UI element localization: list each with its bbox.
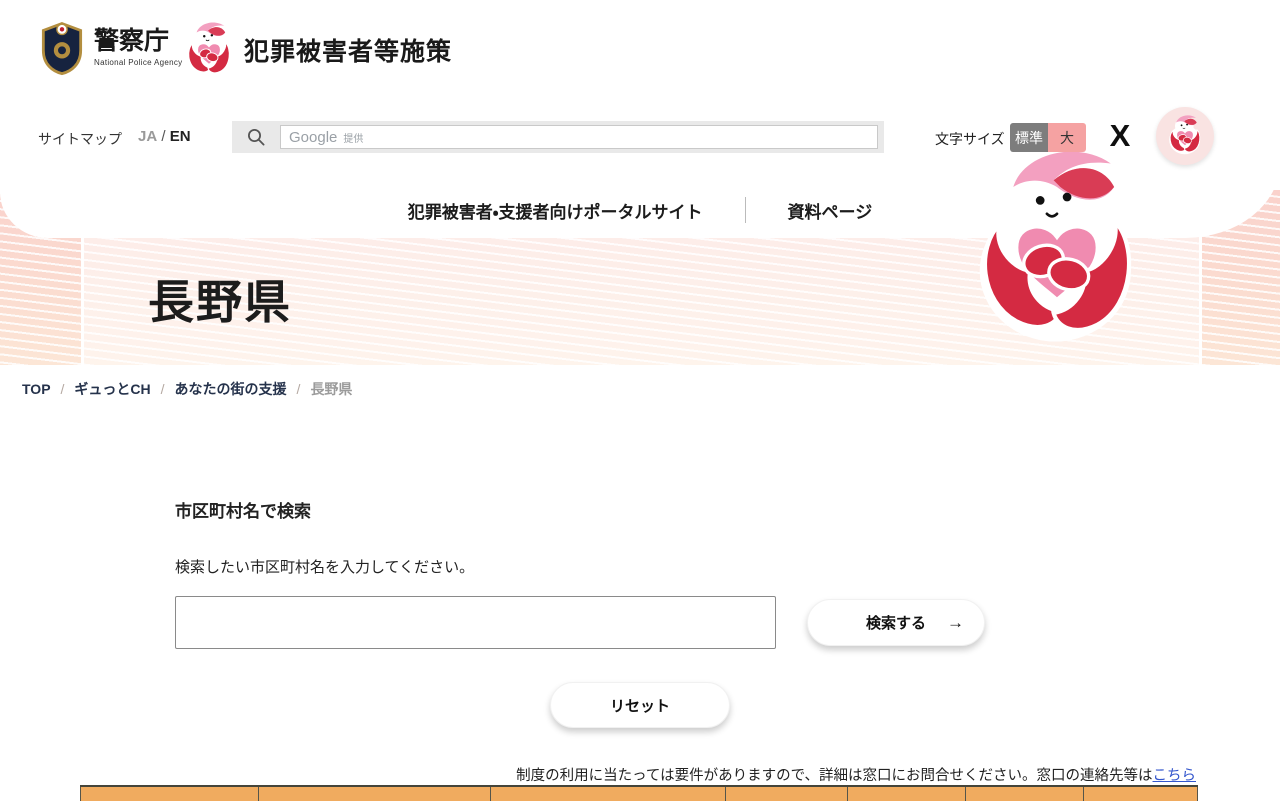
table-header-cell <box>966 787 1084 801</box>
mascot-avatar-button[interactable] <box>1156 107 1214 165</box>
agency-subtitle: National Police Agency <box>94 57 183 67</box>
lang-separator: / <box>161 128 166 145</box>
site-search-bar: Google 提供 <box>232 121 884 153</box>
agency-name: 警察庁 <box>94 27 170 55</box>
breadcrumb-current: 長野県 <box>310 381 353 397</box>
site-title[interactable]: 犯罪被害者等施策 <box>244 32 452 68</box>
table-header-cell <box>726 787 848 801</box>
table-header-cell <box>848 787 966 801</box>
mascot-logo-icon <box>180 22 238 80</box>
breadcrumb-separator: / <box>296 381 301 397</box>
reset-button-label: リセット <box>609 697 670 715</box>
mascot-avatar-icon <box>1164 115 1206 157</box>
usage-notice-text: 制度の利用に当たっては要件がありますので、詳細は窓口にお問合せください。窓口の連… <box>516 768 1153 784</box>
breadcrumb: TOP / ギュっとCH / あなたの街の支援 / 長野県 <box>22 379 352 399</box>
nav-docs-link[interactable]: 資料ページ <box>788 198 873 223</box>
table-header-cell <box>80 787 259 801</box>
police-emblem-icon <box>41 22 83 76</box>
main-nav: 犯罪被害者・支援者向けポータルサイト 資料ページ <box>0 190 1280 230</box>
nav-portal-link[interactable]: 犯罪被害者・支援者向けポータルサイト <box>408 198 703 223</box>
usage-notice: 制度の利用に当たっては要件がありますので、詳細は窓口にお問合せください。窓口の連… <box>516 764 1196 785</box>
search-submit-button[interactable]: 検索する → <box>807 599 985 646</box>
site-header: 警察庁 National Police Agency 犯罪被害者等施策 サイトマ… <box>0 0 1280 238</box>
breadcrumb-separator: / <box>60 381 65 397</box>
arrow-right-icon: → <box>947 612 964 632</box>
section-description: 検索したい市区町村名を入力してください。 <box>175 559 475 576</box>
breadcrumb-city-support[interactable]: あなたの街の支援 <box>175 379 287 399</box>
breadcrumb-gyutto-ch[interactable]: ギュっとCH <box>74 379 150 399</box>
table-header-cell <box>259 787 491 801</box>
reset-button[interactable]: リセット <box>550 682 730 728</box>
language-switcher[interactable]: JA / EN <box>138 128 191 145</box>
table-header-cell <box>1084 787 1198 801</box>
section-heading: 市区町村名で検索 <box>175 502 311 521</box>
font-size-large-button[interactable]: 大 <box>1048 123 1086 152</box>
sitemap-link[interactable]: サイトマップ <box>38 129 122 149</box>
lang-en[interactable]: EN <box>170 128 191 145</box>
page-title: 長野県 <box>148 276 292 328</box>
nav-divider <box>744 197 746 223</box>
font-size-standard-button[interactable]: 標準 <box>1010 123 1048 152</box>
lang-ja[interactable]: JA <box>138 128 157 145</box>
kochira-link[interactable]: こちら <box>1153 768 1197 784</box>
breadcrumb-separator: / <box>160 381 165 397</box>
agency-name-block: 警察庁 National Police Agency <box>94 27 183 67</box>
city-search-input[interactable] <box>175 596 776 649</box>
search-icon <box>248 129 265 146</box>
agency-brand[interactable]: 警察庁 National Police Agency <box>38 20 182 76</box>
font-size-label: 文字サイズ <box>935 131 1005 147</box>
support-table-header <box>80 785 1198 801</box>
x-social-icon[interactable]: X <box>1103 118 1137 154</box>
search-input[interactable] <box>281 126 877 148</box>
search-button-label: 検索する <box>865 615 926 632</box>
search-input-box: Google 提供 <box>280 125 878 149</box>
breadcrumb-top[interactable]: TOP <box>22 381 51 397</box>
table-header-cell <box>491 787 726 801</box>
